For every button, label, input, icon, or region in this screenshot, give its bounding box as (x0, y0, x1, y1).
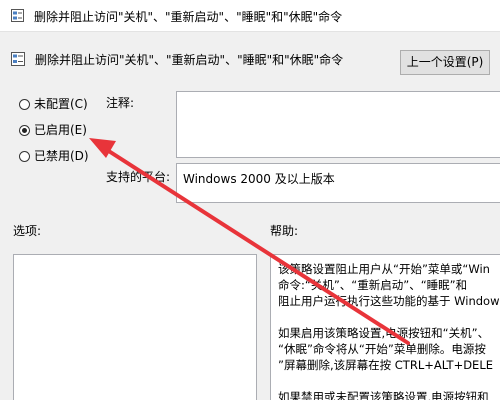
help-panel: 该策略设置阻止用户从“开始”菜单或“Win 命令:“关机”、“重新启动”、“睡眠… (270, 254, 500, 400)
radio-checked-icon (19, 125, 30, 136)
policy-settings-icon (11, 9, 24, 22)
help-text-line: “休眠”命令将从“开始”菜单删除。电源按 (278, 342, 486, 356)
policy-title: 删除并阻止访问"关机"、"重新启动"、"睡眠"和"休眠"命令 (35, 53, 344, 67)
radio-not-configured[interactable]: 未配置(C) (19, 95, 88, 112)
help-label: 帮助: (270, 224, 299, 238)
help-text-line: 命令:“关机”、“重新启动”、“睡眠”和 (278, 278, 468, 292)
options-label: 选项: (13, 224, 42, 238)
radio-disabled[interactable]: 已禁用(D) (19, 147, 89, 164)
options-panel (13, 254, 257, 400)
help-text-line: 如果启用该策略设置,电源按钮和“关机”、 (278, 326, 490, 340)
help-text-line: 该策略设置阻止用户从“开始”菜单或“Win (278, 262, 490, 276)
help-text-line: 阻止用户运行执行这些功能的基于 Windows (278, 294, 500, 308)
help-text-line: ”屏幕删除,该屏幕在按 CTRL+ALT+DELE (278, 358, 494, 372)
title-bar: 删除并阻止访问"关机"、"重新启动"、"睡眠"和"休眠"命令 (0, 0, 500, 32)
platform-label: 支持的平台: (106, 170, 171, 184)
comment-textarea[interactable] (176, 91, 500, 158)
comment-label: 注释: (106, 96, 135, 110)
policy-settings-icon (11, 52, 25, 66)
supported-platform-field: Windows 2000 及以上版本 (176, 163, 500, 203)
radio-enabled[interactable]: 已启用(E) (19, 121, 87, 138)
help-text-line: 如果禁用或未配置该策略设置,电源按钮和 (278, 390, 489, 400)
previous-setting-button[interactable]: 上一个设置(P) (400, 50, 490, 75)
radio-circle-icon (19, 99, 30, 110)
supported-platform-value: Windows 2000 及以上版本 (183, 172, 335, 186)
radio-circle-icon (19, 151, 30, 162)
window-title: 删除并阻止访问"关机"、"重新启动"、"睡眠"和"休眠"命令 (34, 10, 343, 24)
